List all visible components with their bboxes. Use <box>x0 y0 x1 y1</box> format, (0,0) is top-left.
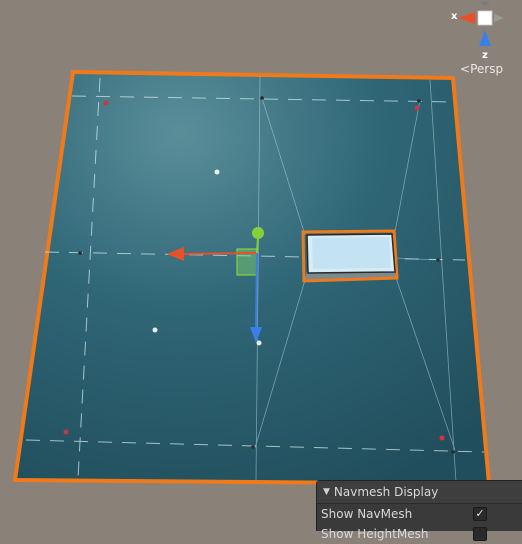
panel-title: Navmesh Display <box>333 485 439 499</box>
navmesh-display-panel: ▼ Navmesh Display Show NavMesh ✓ Show He… <box>316 480 522 541</box>
gizmo-y-cone-icon <box>480 2 490 6</box>
gizmo-x-cone-icon <box>458 12 475 24</box>
spawn-point-white <box>214 169 220 175</box>
selected-cube[interactable] <box>301 229 399 283</box>
collapse-triangle-icon[interactable]: ▼ <box>323 487 330 497</box>
show-heightmesh-checkbox[interactable] <box>473 527 487 541</box>
checkmark-icon: ✓ <box>475 507 485 520</box>
spawn-point-white <box>152 327 158 333</box>
projection-toggle[interactable]: <Persp <box>460 62 503 76</box>
gizmo-y-handle <box>252 227 264 239</box>
show-navmesh-row: Show NavMesh ✓ <box>317 504 522 524</box>
spawn-point-red <box>414 105 420 111</box>
show-heightmesh-row: Show HeightMesh <box>317 524 522 544</box>
gizmo-right-cone-icon <box>494 14 504 22</box>
axis-z-label: z <box>482 50 488 61</box>
ground-plane[interactable] <box>12 69 492 487</box>
show-navmesh-label: Show NavMesh <box>321 507 413 521</box>
spawn-point-red <box>439 435 445 441</box>
panel-header[interactable]: ▼ Navmesh Display <box>317 481 522 504</box>
show-navmesh-checkbox[interactable]: ✓ <box>473 507 487 521</box>
gizmo-z-cone-icon <box>479 30 491 46</box>
back-chevron-icon: < <box>460 62 471 76</box>
spawn-point-red <box>103 100 109 106</box>
spawn-point-red <box>63 429 69 435</box>
gizmo-center-cube-icon <box>477 10 493 26</box>
projection-mode-label: Persp <box>470 62 504 76</box>
spawn-point-white <box>256 340 262 346</box>
show-heightmesh-label: Show HeightMesh <box>321 527 429 541</box>
axis-x-label: x <box>451 11 458 22</box>
